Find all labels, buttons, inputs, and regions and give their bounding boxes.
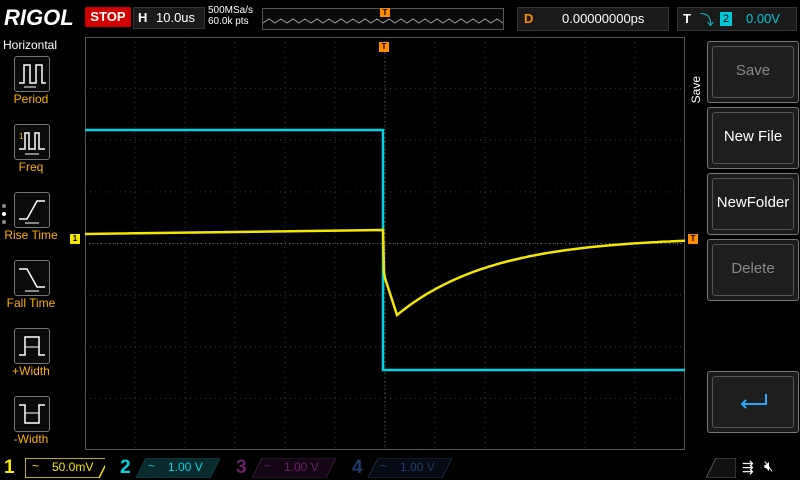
- svg-text:1: 1: [19, 132, 24, 141]
- delay-box[interactable]: D 0.00000000ps: [517, 7, 669, 31]
- ch4-scale: 1.00 V: [400, 460, 435, 474]
- ch4-tab[interactable]: 4 ~ 1.00 V: [348, 456, 460, 480]
- run-stop-indicator[interactable]: STOP: [85, 7, 131, 27]
- ch2-tab[interactable]: 2 ~ 1.00 V: [116, 456, 228, 480]
- return-button[interactable]: [707, 371, 799, 433]
- ch1-scale: 50.0mV: [52, 460, 94, 474]
- waveform-display[interactable]: [84, 37, 686, 450]
- measure-negative-width-button[interactable]: -Width: [0, 396, 62, 458]
- period-label: Period: [13, 92, 49, 106]
- save-menu: Save Save New File NewFolder Delete: [687, 36, 800, 456]
- trigger-position-marker: T: [380, 8, 390, 17]
- usb-icon: ⇶: [742, 459, 754, 475]
- ch1-number: 1: [4, 457, 15, 478]
- return-arrow-icon: [740, 394, 767, 409]
- delay-value: 0.00000000ps: [562, 11, 645, 26]
- new-file-label: New File: [723, 128, 783, 145]
- save-button-label: Save: [735, 62, 771, 79]
- memory-depth: 60.0k pts: [208, 16, 249, 27]
- freq-label: Freq: [18, 160, 44, 174]
- horizontal-measure-menu: Horizontal Period 1 Freq Rise Time Fall …: [0, 36, 62, 456]
- trigger-time-marker[interactable]: T: [379, 42, 389, 52]
- measure-rise-time-button[interactable]: Rise Time: [0, 192, 62, 254]
- horizontal-label: H: [138, 10, 148, 25]
- positive-width-label: +Width: [12, 364, 50, 378]
- save-menu-title: Save: [689, 76, 703, 104]
- measure-period-button[interactable]: Period: [0, 56, 62, 118]
- period-icon: [14, 56, 50, 92]
- menu-tab-frame: [706, 458, 736, 478]
- menu-title: Horizontal: [3, 38, 58, 52]
- channel-bar: 1 ~ 50.0mV 2 ~ 1.00 V 3 ~ 1.00 V 4 ~ 1.0…: [0, 456, 800, 480]
- graticule: [84, 37, 686, 450]
- trigger-label: T: [683, 11, 691, 26]
- page-indicator-dots: [2, 204, 6, 224]
- save-button[interactable]: Save: [707, 41, 799, 103]
- negative-width-label: -Width: [13, 432, 49, 446]
- delay-label: D: [524, 11, 534, 26]
- freq-icon: 1: [14, 124, 50, 160]
- trigger-box[interactable]: T ⤵ 2 0.00V: [677, 7, 797, 31]
- measure-freq-button[interactable]: 1 Freq: [0, 124, 62, 186]
- falling-edge-icon: ⤵: [700, 12, 714, 28]
- mute-icon: 🔇︎: [764, 458, 774, 475]
- acquisition-info: 500MSa/s 60.0k pts: [208, 5, 253, 27]
- delete-button[interactable]: Delete: [707, 239, 799, 301]
- ch4-coupling: ~: [380, 459, 388, 473]
- ch1-offset-marker[interactable]: 1: [70, 234, 80, 244]
- ch1-tab[interactable]: 1 ~ 50.0mV: [0, 456, 112, 480]
- ch3-number: 3: [236, 457, 247, 478]
- new-file-button[interactable]: New File: [707, 107, 799, 169]
- sample-rate: 500MSa/s: [208, 5, 254, 16]
- fall-time-icon: [14, 260, 50, 296]
- measure-fall-time-button[interactable]: Fall Time: [0, 260, 62, 322]
- ch2-scale: 1.00 V: [168, 460, 203, 474]
- rise-time-icon: [14, 192, 50, 228]
- ch1-coupling: ~: [32, 459, 40, 473]
- new-folder-button[interactable]: NewFolder: [707, 173, 799, 235]
- negative-width-icon: [14, 396, 50, 432]
- brand-logo: RIGOL: [4, 5, 74, 30]
- ch3-tab[interactable]: 3 ~ 1.00 V: [232, 456, 344, 480]
- fall-time-label: Fall Time: [6, 296, 56, 310]
- ch2-number: 2: [120, 457, 131, 478]
- positive-width-icon: [14, 328, 50, 364]
- ch4-number: 4: [352, 457, 363, 478]
- ch3-coupling: ~: [264, 459, 272, 473]
- trigger-source: 2: [720, 12, 732, 26]
- horizontal-scale-box[interactable]: H 10.0us: [133, 7, 205, 29]
- new-folder-label: NewFolder: [716, 194, 790, 211]
- measure-positive-width-button[interactable]: +Width: [0, 328, 62, 390]
- trigger-level: 0.00V: [746, 11, 780, 26]
- horizontal-scale: 10.0us: [156, 10, 196, 25]
- status-bar: RIGOL STOP H 10.0us 500MSa/s 60.0k pts T…: [0, 0, 800, 36]
- delete-label: Delete: [731, 260, 775, 277]
- ch2-coupling: ~: [148, 459, 156, 473]
- rise-time-label: Rise Time: [4, 228, 58, 242]
- ch3-scale: 1.00 V: [284, 460, 319, 474]
